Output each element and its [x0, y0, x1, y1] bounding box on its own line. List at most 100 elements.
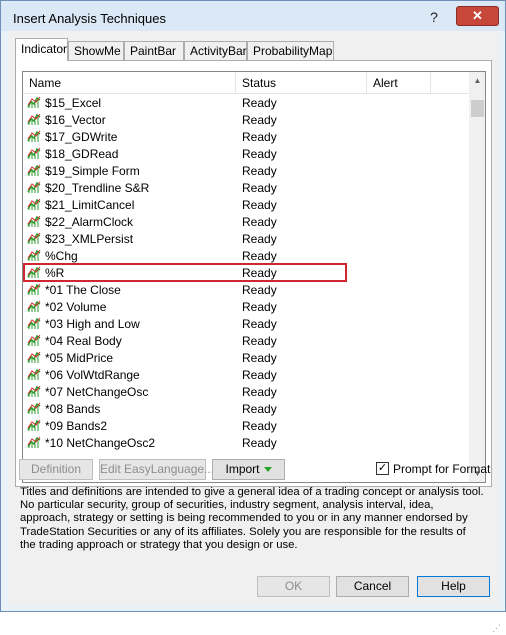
- indicator-chart-icon: [27, 232, 41, 244]
- list-item[interactable]: *09 Bands2 Ready: [23, 417, 469, 434]
- prompt-for-format-label: Prompt for Format: [393, 462, 491, 476]
- column-header-status[interactable]: Status: [236, 72, 367, 94]
- list-item[interactable]: $16_Vector Ready: [23, 111, 469, 128]
- list-item-name: *06 VolWtdRange: [45, 368, 140, 382]
- indicator-chart-icon: [27, 419, 41, 431]
- list-item-status: Ready: [242, 147, 277, 161]
- indicator-chart-icon: [27, 266, 41, 278]
- list-item-status: Ready: [242, 317, 277, 331]
- scroll-up-arrow-icon[interactable]: ▲: [469, 72, 485, 89]
- list-item[interactable]: *05 MidPrice Ready: [23, 349, 469, 366]
- list-item-name: $17_GDWrite: [45, 130, 118, 144]
- tab-showme[interactable]: ShowMe: [68, 41, 124, 60]
- prompt-for-format-checkbox[interactable]: ✓: [376, 462, 389, 475]
- help-icon[interactable]: ?: [427, 10, 441, 24]
- list-item-status: Ready: [242, 96, 277, 110]
- list-item[interactable]: $23_XMLPersist Ready: [23, 230, 469, 247]
- list-item-name: $20_Trendline S&R: [45, 181, 150, 195]
- list-item-name: *10 NetChangeOsc2: [45, 436, 156, 450]
- dialog-body: Indicator ShowMe PaintBar ActivityBar Pr…: [8, 31, 501, 633]
- list-item-name: $23_XMLPersist: [45, 232, 134, 246]
- column-header-alert[interactable]: Alert: [367, 72, 431, 94]
- list-item[interactable]: *08 Bands Ready: [23, 400, 469, 417]
- list-item[interactable]: *04 Real Body Ready: [23, 332, 469, 349]
- edit-easylanguage-button[interactable]: Edit EasyLanguage...: [99, 459, 214, 480]
- list-rows: $15_Excel Ready $16_Vector Ready $17_GDWrite…: [23, 94, 469, 451]
- list-item-status: Ready: [242, 164, 277, 178]
- list-item-name: $21_LimitCancel: [45, 198, 135, 212]
- indicator-chart-icon: [27, 436, 41, 448]
- list-item-name: $15_Excel: [45, 96, 102, 110]
- disclaimer-text: Titles and definitions are intended to g…: [20, 486, 484, 551]
- indicator-chart-icon: [27, 351, 41, 363]
- indicator-chart-icon: [27, 130, 41, 142]
- cancel-button[interactable]: Cancel: [336, 576, 409, 597]
- list-item-status: Ready: [242, 215, 277, 229]
- list-item-name: *05 MidPrice: [45, 351, 114, 365]
- list-item-name: *01 The Close: [45, 283, 121, 297]
- list-item[interactable]: $21_LimitCancel Ready: [23, 196, 469, 213]
- list-item-name: *04 Real Body: [45, 334, 122, 348]
- indicator-chart-icon: [27, 147, 41, 159]
- list-item-name: *08 Bands: [45, 402, 101, 416]
- indicator-tab-panel: Name Status Alert $15_Excel Ready $16_Vect…: [15, 60, 492, 487]
- list-item[interactable]: $22_AlarmClock Ready: [23, 213, 469, 230]
- indicator-chart-icon: [27, 198, 41, 210]
- indicator-chart-icon: [27, 317, 41, 329]
- tab-activitybar[interactable]: ActivityBar: [184, 41, 247, 60]
- help-button[interactable]: Help: [417, 576, 490, 597]
- indicator-chart-icon: [27, 283, 41, 295]
- indicator-chart-icon: [27, 96, 41, 108]
- list-item-name: $19_Simple Form: [45, 164, 140, 178]
- indicator-chart-icon: [27, 300, 41, 312]
- list-item-name: %Chg: [45, 249, 78, 263]
- column-header-name[interactable]: Name: [23, 72, 236, 94]
- indicator-chart-icon: [27, 215, 41, 227]
- list-item-name: *02 Volume: [45, 300, 107, 314]
- list-item-status: Ready: [242, 402, 277, 416]
- list-item[interactable]: $15_Excel Ready: [23, 94, 469, 111]
- list-item-status: Ready: [242, 334, 277, 348]
- definition-button[interactable]: Definition: [19, 459, 93, 480]
- list-item[interactable]: *06 VolWtdRange Ready: [23, 366, 469, 383]
- list-item[interactable]: %R Ready: [23, 263, 469, 282]
- import-label: Import: [225, 462, 260, 476]
- title-bar[interactable]: Insert Analysis Techniques ? ✕: [1, 1, 505, 31]
- list-item-name: *09 Bands2: [45, 419, 108, 433]
- list-item[interactable]: *07 NetChangeOsc Ready: [23, 383, 469, 400]
- list-item-status: Ready: [242, 385, 277, 399]
- tab-indicator[interactable]: Indicator: [15, 38, 68, 61]
- indicator-chart-icon: [27, 164, 41, 176]
- tab-paintbar[interactable]: PaintBar: [124, 41, 184, 60]
- list-item[interactable]: *10 NetChangeOsc2 Ready: [23, 434, 469, 451]
- list-item[interactable]: $17_GDWrite Ready: [23, 128, 469, 145]
- list-item-name: %R: [45, 266, 65, 280]
- list-item[interactable]: *02 Volume Ready: [23, 298, 469, 315]
- indicator-chart-icon: [27, 113, 41, 125]
- list-item[interactable]: $20_Trendline S&R Ready: [23, 179, 469, 196]
- list-item[interactable]: *03 High and Low Ready: [23, 315, 469, 332]
- ok-button[interactable]: OK: [257, 576, 330, 597]
- list-item[interactable]: $18_GDRead Ready: [23, 145, 469, 162]
- list-item[interactable]: *01 The Close Ready: [23, 281, 469, 298]
- list-item-status: Ready: [242, 249, 277, 263]
- analysis-technique-list[interactable]: Name Status Alert $15_Excel Ready $16_Vect…: [22, 71, 486, 483]
- close-button[interactable]: ✕: [456, 6, 499, 26]
- list-item[interactable]: $19_Simple Form Ready: [23, 162, 469, 179]
- list-item-status: Ready: [242, 198, 277, 212]
- scrollbar-thumb[interactable]: [471, 100, 484, 117]
- resize-grip-icon[interactable]: ⋰: [492, 623, 504, 635]
- tab-probabilitymap[interactable]: ProbabilityMap: [247, 41, 334, 60]
- vertical-scrollbar[interactable]: ▲ ▼: [469, 72, 485, 482]
- list-item-status: Ready: [242, 181, 277, 195]
- list-item-status: Ready: [242, 368, 277, 382]
- list-item-name: *07 NetChangeOsc: [45, 385, 149, 399]
- indicator-chart-icon: [27, 249, 41, 261]
- list-header: Name Status Alert: [23, 72, 469, 94]
- import-button[interactable]: Import: [212, 459, 285, 480]
- indicator-chart-icon: [27, 181, 41, 193]
- list-item-status: Ready: [242, 419, 277, 433]
- dropdown-caret-icon: [263, 467, 272, 473]
- list-item[interactable]: %Chg Ready: [23, 247, 469, 264]
- indicator-chart-icon: [27, 334, 41, 346]
